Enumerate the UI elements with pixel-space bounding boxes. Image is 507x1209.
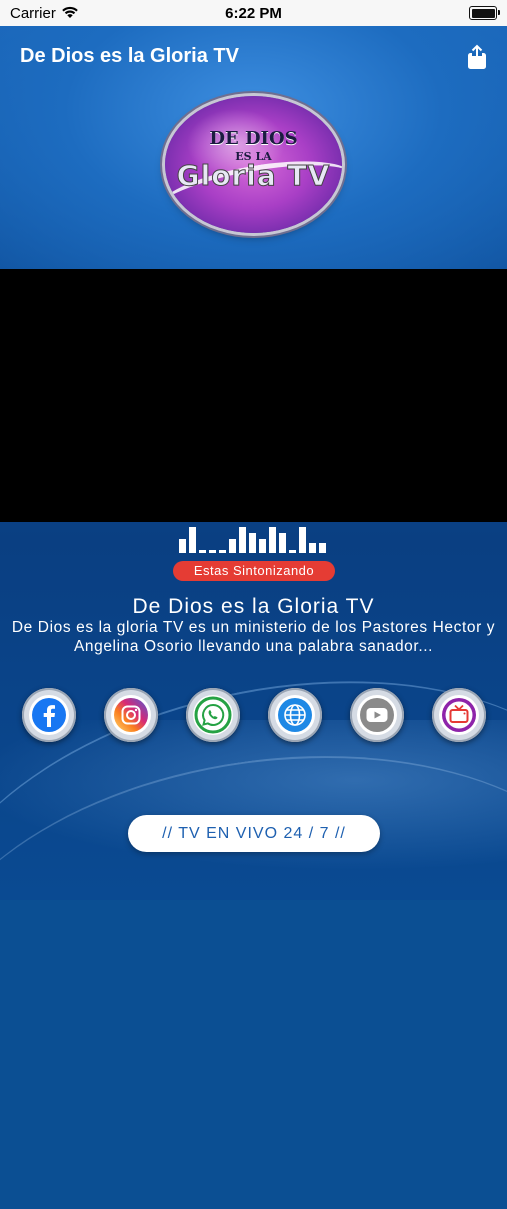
tv-button[interactable] (432, 688, 486, 742)
facebook-button[interactable] (22, 688, 76, 742)
youtube-icon (360, 698, 394, 732)
logo-line3: Gloria TV (176, 159, 331, 193)
instagram-button[interactable] (104, 688, 158, 742)
status-bar: Carrier 6:22 PM (0, 0, 507, 26)
logo-line1: DE DIOS (209, 128, 298, 149)
whatsapp-icon (194, 696, 232, 734)
website-icon (278, 698, 312, 732)
station-description: De Dios es la gloria TV es un ministerio… (11, 619, 496, 655)
status-badge: Estas Sintonizando (173, 561, 335, 581)
youtube-button[interactable] (350, 688, 404, 742)
clock: 6:22 PM (225, 5, 282, 22)
share-icon[interactable] (466, 44, 488, 70)
station-logo: DE DIOS ES LA Gloria TV (165, 96, 342, 233)
page-title: De Dios es la Gloria TV (20, 45, 239, 67)
tv-icon (442, 698, 476, 732)
instagram-icon (114, 698, 148, 732)
live-tv-button[interactable]: // TV EN VIVO 24 / 7 // (128, 815, 380, 852)
station-title: De Dios es la Gloria TV (132, 595, 375, 618)
battery-icon (469, 6, 500, 20)
whatsapp-button[interactable] (186, 688, 240, 742)
equalizer-icon (179, 525, 329, 553)
facebook-icon (32, 698, 66, 732)
video-player[interactable] (0, 269, 507, 522)
website-button[interactable] (268, 688, 322, 742)
